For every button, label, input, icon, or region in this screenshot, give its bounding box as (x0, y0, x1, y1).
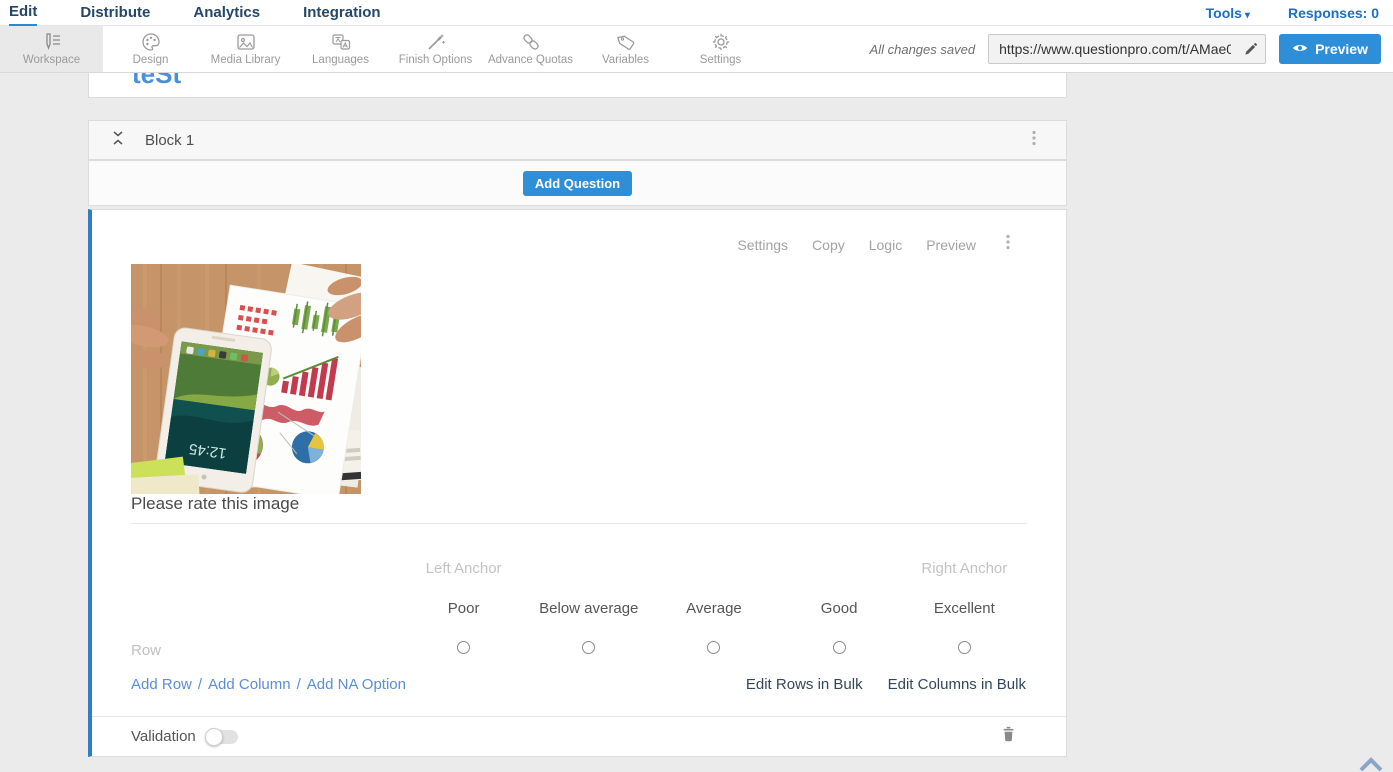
survey-url-box (988, 34, 1266, 64)
toolbar-item-finish-options[interactable]: Finish Options (388, 26, 483, 72)
questionpro-editor: Edit Distribute Analytics Integration To… (0, 0, 1393, 772)
question-footer: Validation (92, 716, 1066, 756)
add-links: Add Row / Add Column / Add NA Option (131, 676, 406, 693)
validation-toggle[interactable] (206, 730, 238, 744)
toolbar-item-advance-quotas[interactable]: Advance Quotas (483, 26, 578, 72)
add-row-link[interactable]: Add Row (131, 676, 192, 693)
row-label-input[interactable]: Row (131, 642, 401, 659)
validation-label: Validation (131, 728, 196, 745)
responses-count[interactable]: Responses: 0 (1288, 5, 1379, 21)
edit-rows-in-bulk-link[interactable]: Edit Rows in Bulk (746, 676, 863, 693)
radio-button[interactable] (707, 641, 720, 654)
toolbar-item-label: Workspace (23, 54, 80, 66)
column-header-row: Poor Below average Average Good Excellen… (131, 598, 1027, 618)
column-header[interactable]: Good (777, 600, 902, 617)
toolbar-item-design[interactable]: Design (103, 26, 198, 72)
toolbar-item-label: Settings (700, 54, 742, 66)
editor-toolbar: Workspace Design Media Library Languages… (0, 26, 1393, 73)
delete-question-trash-icon[interactable] (1001, 725, 1016, 748)
add-column-link[interactable]: Add Column (208, 676, 291, 693)
nav-tab-edit[interactable]: Edit (9, 0, 37, 26)
left-anchor-input[interactable]: Left Anchor (401, 560, 526, 577)
toolbar-item-media-library[interactable]: Media Library (198, 26, 293, 72)
magic-wand-icon (425, 32, 447, 52)
column-header[interactable]: Below average (526, 600, 651, 617)
toolbar-item-variables[interactable]: Variables (578, 26, 673, 72)
radio-button[interactable] (457, 641, 470, 654)
radio-button[interactable] (582, 641, 595, 654)
eye-icon (1292, 41, 1308, 57)
tools-menu[interactable]: Tools▾ (1206, 5, 1250, 21)
question-logic-link[interactable]: Logic (869, 237, 902, 253)
survey-title[interactable]: teSt (132, 73, 1066, 90)
workspace-icon (41, 32, 63, 52)
nav-tab-integration[interactable]: Integration (303, 1, 381, 25)
toolbar-item-label: Media Library (211, 54, 281, 66)
question-actions: Settings Copy Logic Preview (737, 232, 1016, 257)
bulk-links: Edit Rows in Bulk Edit Columns in Bulk (746, 676, 1026, 693)
collapse-block-icon[interactable] (111, 130, 125, 151)
toolbar-item-settings[interactable]: Settings (673, 26, 768, 72)
gear-icon (710, 32, 732, 52)
add-question-row: Add Question (88, 160, 1067, 206)
right-anchor-input[interactable]: Right Anchor (902, 560, 1027, 577)
anchor-row: Left Anchor Right Anchor (131, 558, 1027, 578)
tag-icon (615, 32, 637, 52)
toolbar-item-label: Advance Quotas (488, 54, 573, 66)
palette-icon (140, 32, 162, 52)
question-image[interactable]: 50% (131, 264, 361, 494)
column-header[interactable]: Poor (401, 600, 526, 617)
question-preview-link[interactable]: Preview (926, 237, 976, 253)
block-header: Block 1 (88, 120, 1067, 160)
matrix-row: Row (131, 640, 1027, 660)
scroll-top-icon[interactable] (1356, 754, 1386, 772)
link-separator: / (198, 676, 202, 693)
toolbar-item-label: Design (133, 54, 169, 66)
toolbar-item-label: Variables (602, 54, 649, 66)
save-status: All changes saved (870, 42, 976, 57)
question-divider (131, 523, 1027, 524)
question-copy-link[interactable]: Copy (812, 237, 845, 253)
survey-url-input[interactable] (989, 35, 1235, 63)
translate-icon (330, 32, 352, 52)
toolbar-item-label: Finish Options (399, 54, 473, 66)
nav-right: Tools▾ Responses: 0 (1206, 5, 1393, 21)
toolbar-item-label: Languages (312, 54, 369, 66)
toolbar-right: All changes saved Preview (870, 34, 1381, 64)
question-menu-kebab-icon[interactable] (1000, 232, 1016, 257)
toggle-knob (205, 728, 223, 746)
block-menu-kebab-icon[interactable] (1026, 128, 1042, 153)
preview-button-label: Preview (1315, 41, 1368, 57)
nav-tab-analytics[interactable]: Analytics (193, 1, 260, 25)
column-header[interactable]: Average (651, 600, 776, 617)
toolbar-item-languages[interactable]: Languages (293, 26, 388, 72)
chevron-down-icon: ▾ (1245, 10, 1250, 21)
link-separator: / (297, 676, 301, 693)
nav-tabs: Edit Distribute Analytics Integration (0, 0, 381, 26)
preview-button[interactable]: Preview (1279, 34, 1381, 64)
question-text[interactable]: Please rate this image (131, 494, 299, 514)
edit-url-pencil-icon[interactable] (1235, 35, 1265, 63)
edit-columns-in-bulk-link[interactable]: Edit Columns in Bulk (888, 676, 1026, 693)
question-settings-link[interactable]: Settings (737, 237, 788, 253)
survey-title-card: teSt (88, 73, 1067, 98)
radio-button[interactable] (833, 641, 846, 654)
radio-button[interactable] (958, 641, 971, 654)
image-icon (235, 32, 257, 52)
add-na-option-link[interactable]: Add NA Option (307, 676, 406, 693)
column-header[interactable]: Excellent (902, 600, 1027, 617)
question-card: Settings Copy Logic Preview (88, 209, 1067, 757)
nav-tab-distribute[interactable]: Distribute (80, 1, 150, 25)
top-nav: Edit Distribute Analytics Integration To… (0, 0, 1393, 26)
block-title[interactable]: Block 1 (145, 132, 194, 149)
link-icon (520, 32, 542, 52)
toolbar-item-workspace[interactable]: Workspace (0, 26, 103, 72)
add-question-button[interactable]: Add Question (523, 171, 632, 196)
